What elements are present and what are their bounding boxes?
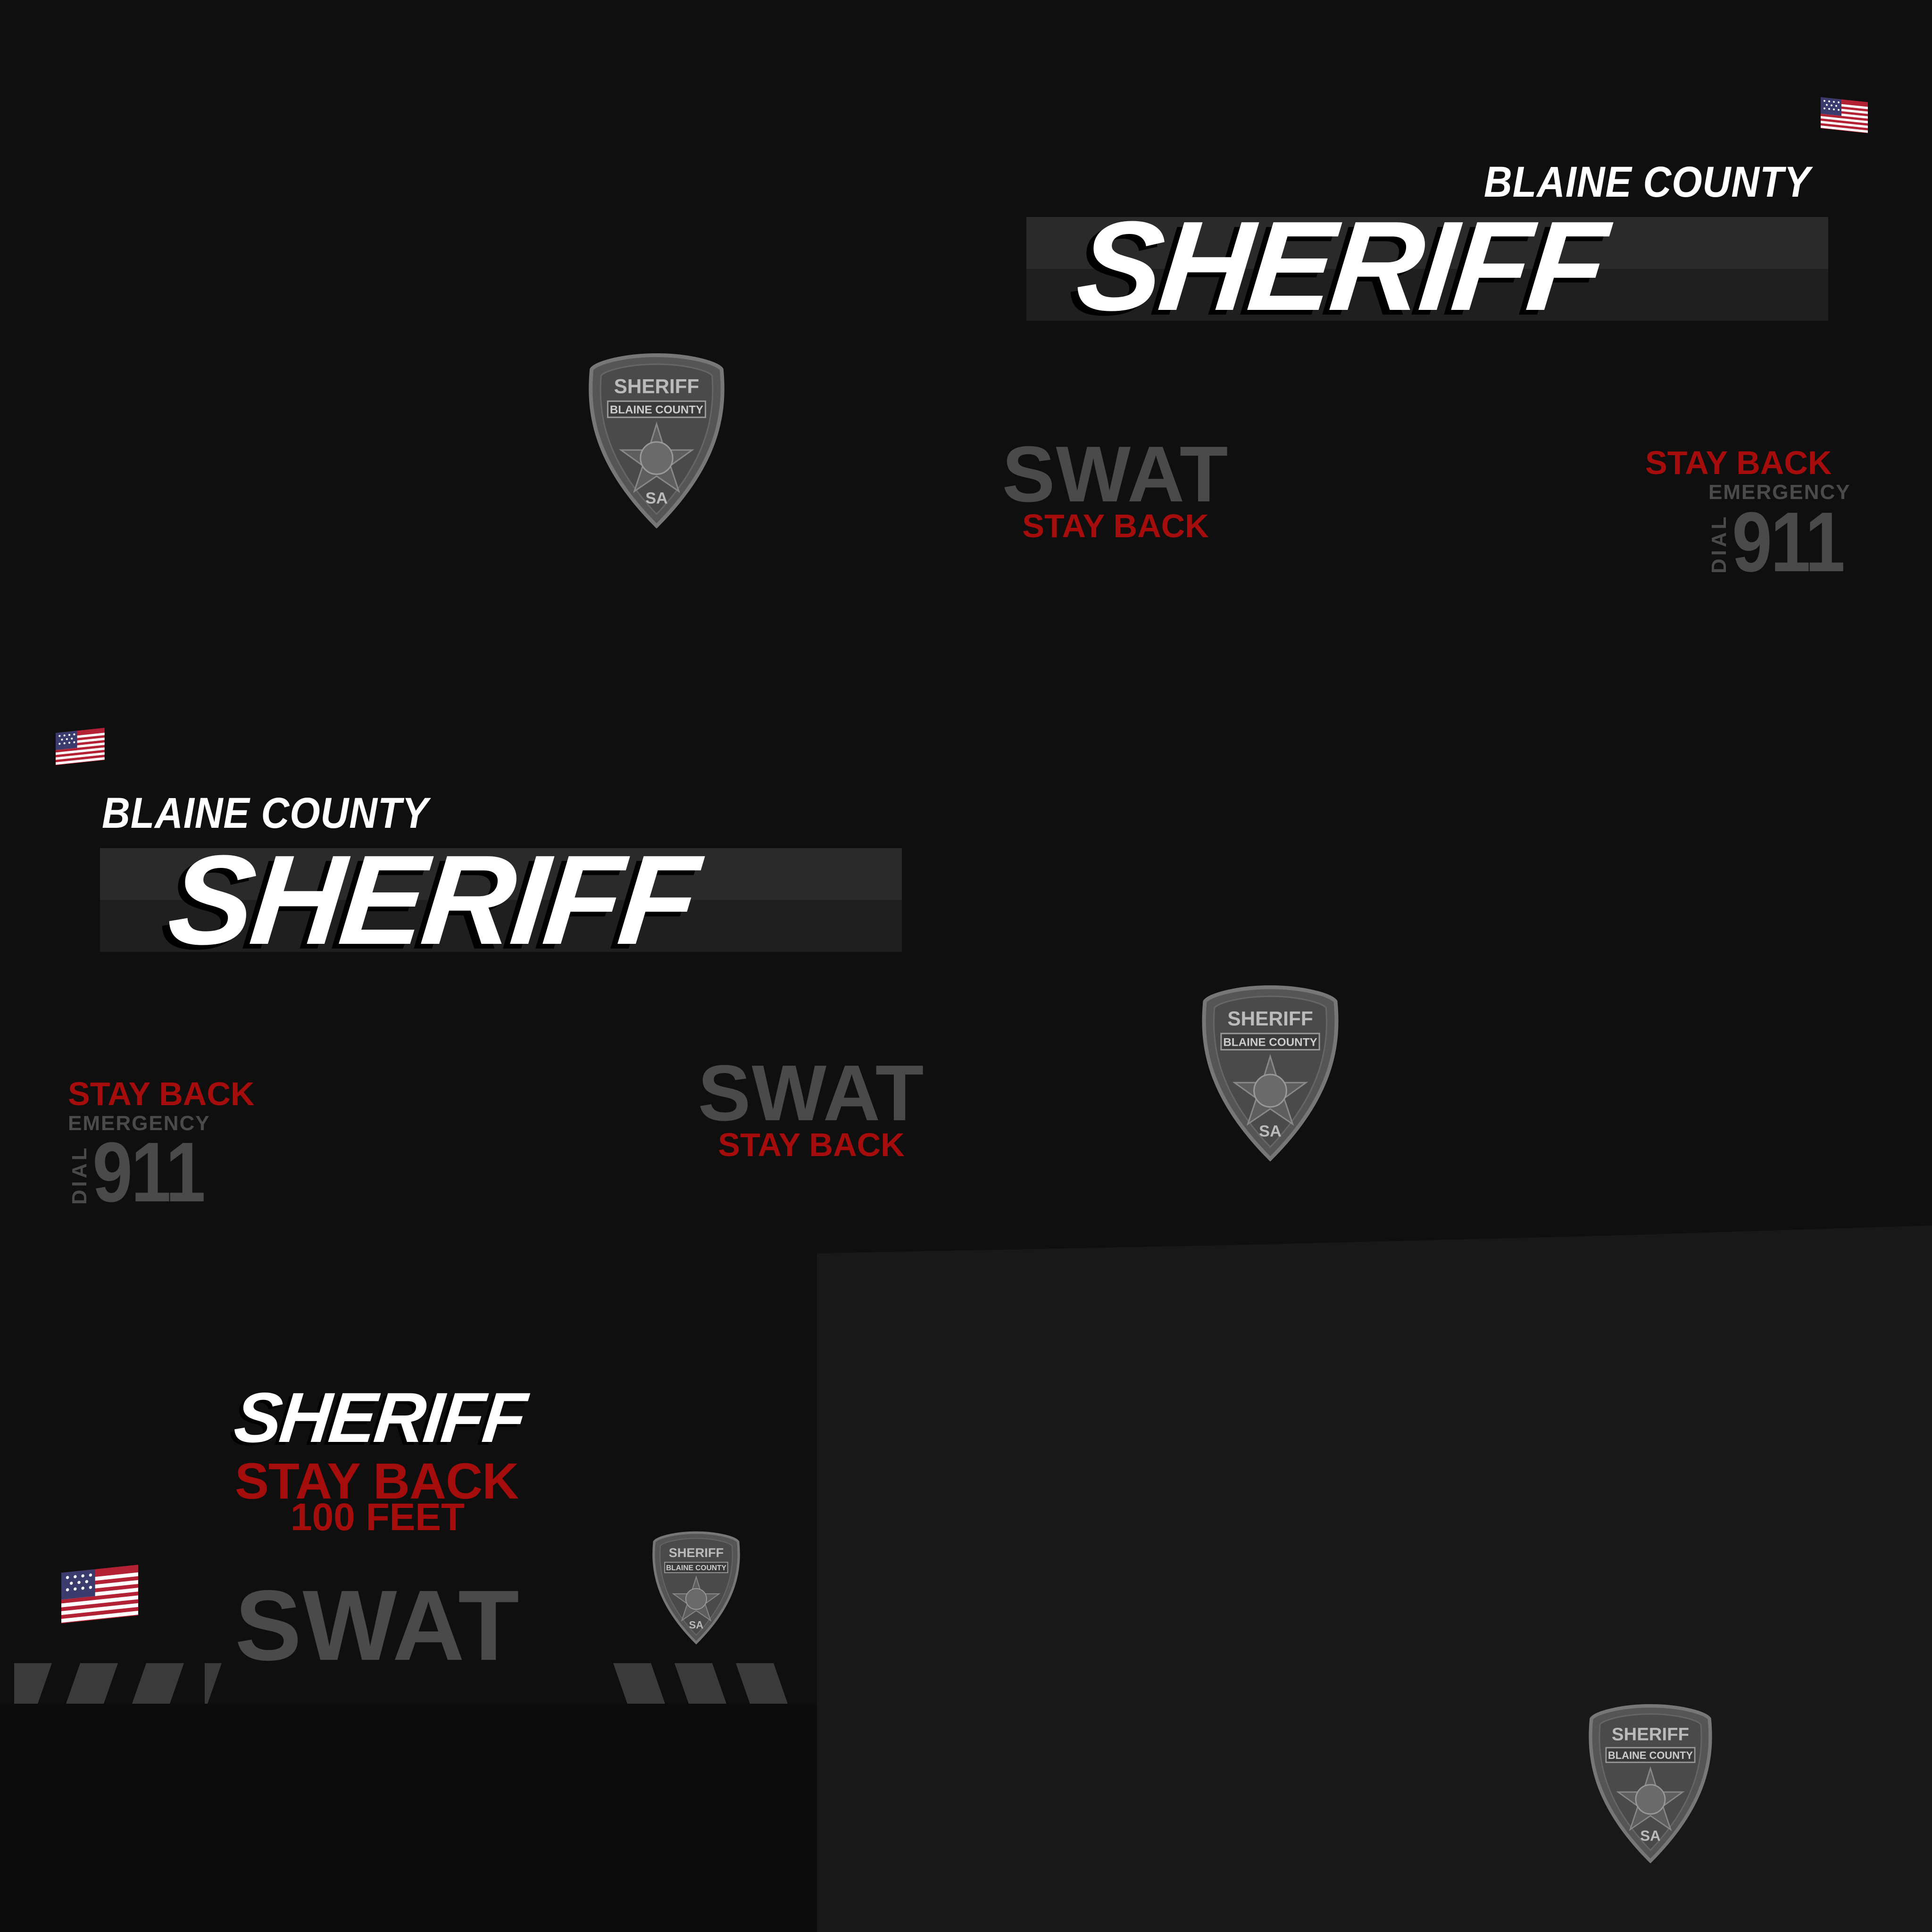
svg-text:BLAINE COUNTY: BLAINE COUNTY — [666, 1564, 726, 1572]
sheriff-badge-icon: SHERIFF BLAINE COUNTY SA — [1201, 985, 1340, 1162]
rear-swat: SWAT — [235, 1569, 520, 1681]
swat-stay-back-mid: SWAT STAY BACK — [689, 1049, 934, 1164]
us-flag-icon — [1821, 97, 1868, 133]
us-flag-icon — [61, 1563, 144, 1625]
swat-stay-back-top: SWAT STAY BACK — [991, 430, 1241, 545]
svg-text:SA: SA — [1640, 1827, 1660, 1844]
dial-label: DIAL — [68, 1145, 91, 1205]
rear-distance: 100 FEET — [291, 1496, 465, 1539]
stay-back-label: STAY BACK — [1645, 444, 1832, 481]
svg-text:SHERIFF: SHERIFF — [669, 1545, 724, 1560]
stay-back-label: STAY BACK — [718, 1126, 905, 1164]
emergency-dial-mid: STAY BACK EMERGENCY DIAL 911 — [68, 1075, 285, 1215]
svg-text:BLAINE COUNTY: BLAINE COUNTY — [610, 404, 703, 416]
sheriff-wordmark: SHERIFF — [162, 829, 702, 971]
emergency-dial-top: STAY BACK EMERGENCY DIAL 911 — [1645, 444, 1862, 585]
us-flag-icon — [1821, 97, 1872, 135]
sheriff-wordmark: SHERIFF — [1071, 195, 1611, 337]
emergency-number: 911 — [92, 1125, 206, 1220]
swat-label: SWAT — [1002, 430, 1229, 518]
svg-text:SA: SA — [1259, 1122, 1282, 1140]
svg-text:SHERIFF: SHERIFF — [1227, 1008, 1313, 1030]
county-label: BLAINE COUNTY — [102, 789, 429, 837]
swat-label: SWAT — [698, 1049, 925, 1137]
sheriff-badge-icon: SHERIFF BLAINE COUNTY SA — [651, 1531, 741, 1645]
sheriff-badge-icon: SHERIFF BLAINE COUNTY SA — [1588, 1704, 1713, 1864]
sheriff-banner-mid: BLAINE COUNTY SHERIFF — [100, 789, 902, 971]
dial-label: DIAL — [1707, 514, 1731, 574]
svg-text:SHERIFF: SHERIFF — [614, 375, 700, 397]
svg-text:SA: SA — [689, 1619, 704, 1631]
sheriff-banner-top: BLAINE COUNTY SHERIFF — [1026, 160, 1828, 337]
svg-text:SHERIFF: SHERIFF — [1612, 1724, 1689, 1745]
svg-text:BLAINE COUNTY: BLAINE COUNTY — [1223, 1036, 1317, 1049]
emergency-number: 911 — [1732, 495, 1845, 590]
rear-sheriff-title: SHERIFF — [231, 1378, 529, 1457]
stay-back-label: STAY BACK — [1022, 508, 1209, 545]
us-flag-icon — [56, 727, 108, 768]
sheriff-badge-icon: SHERIFF BLAINE COUNTY SA — [588, 353, 725, 529]
hazard-stripes — [14, 1663, 788, 1704]
svg-text:BLAINE COUNTY: BLAINE COUNTY — [1608, 1749, 1693, 1761]
stay-back-label: STAY BACK — [68, 1075, 255, 1112]
svg-text:SA: SA — [645, 490, 667, 508]
